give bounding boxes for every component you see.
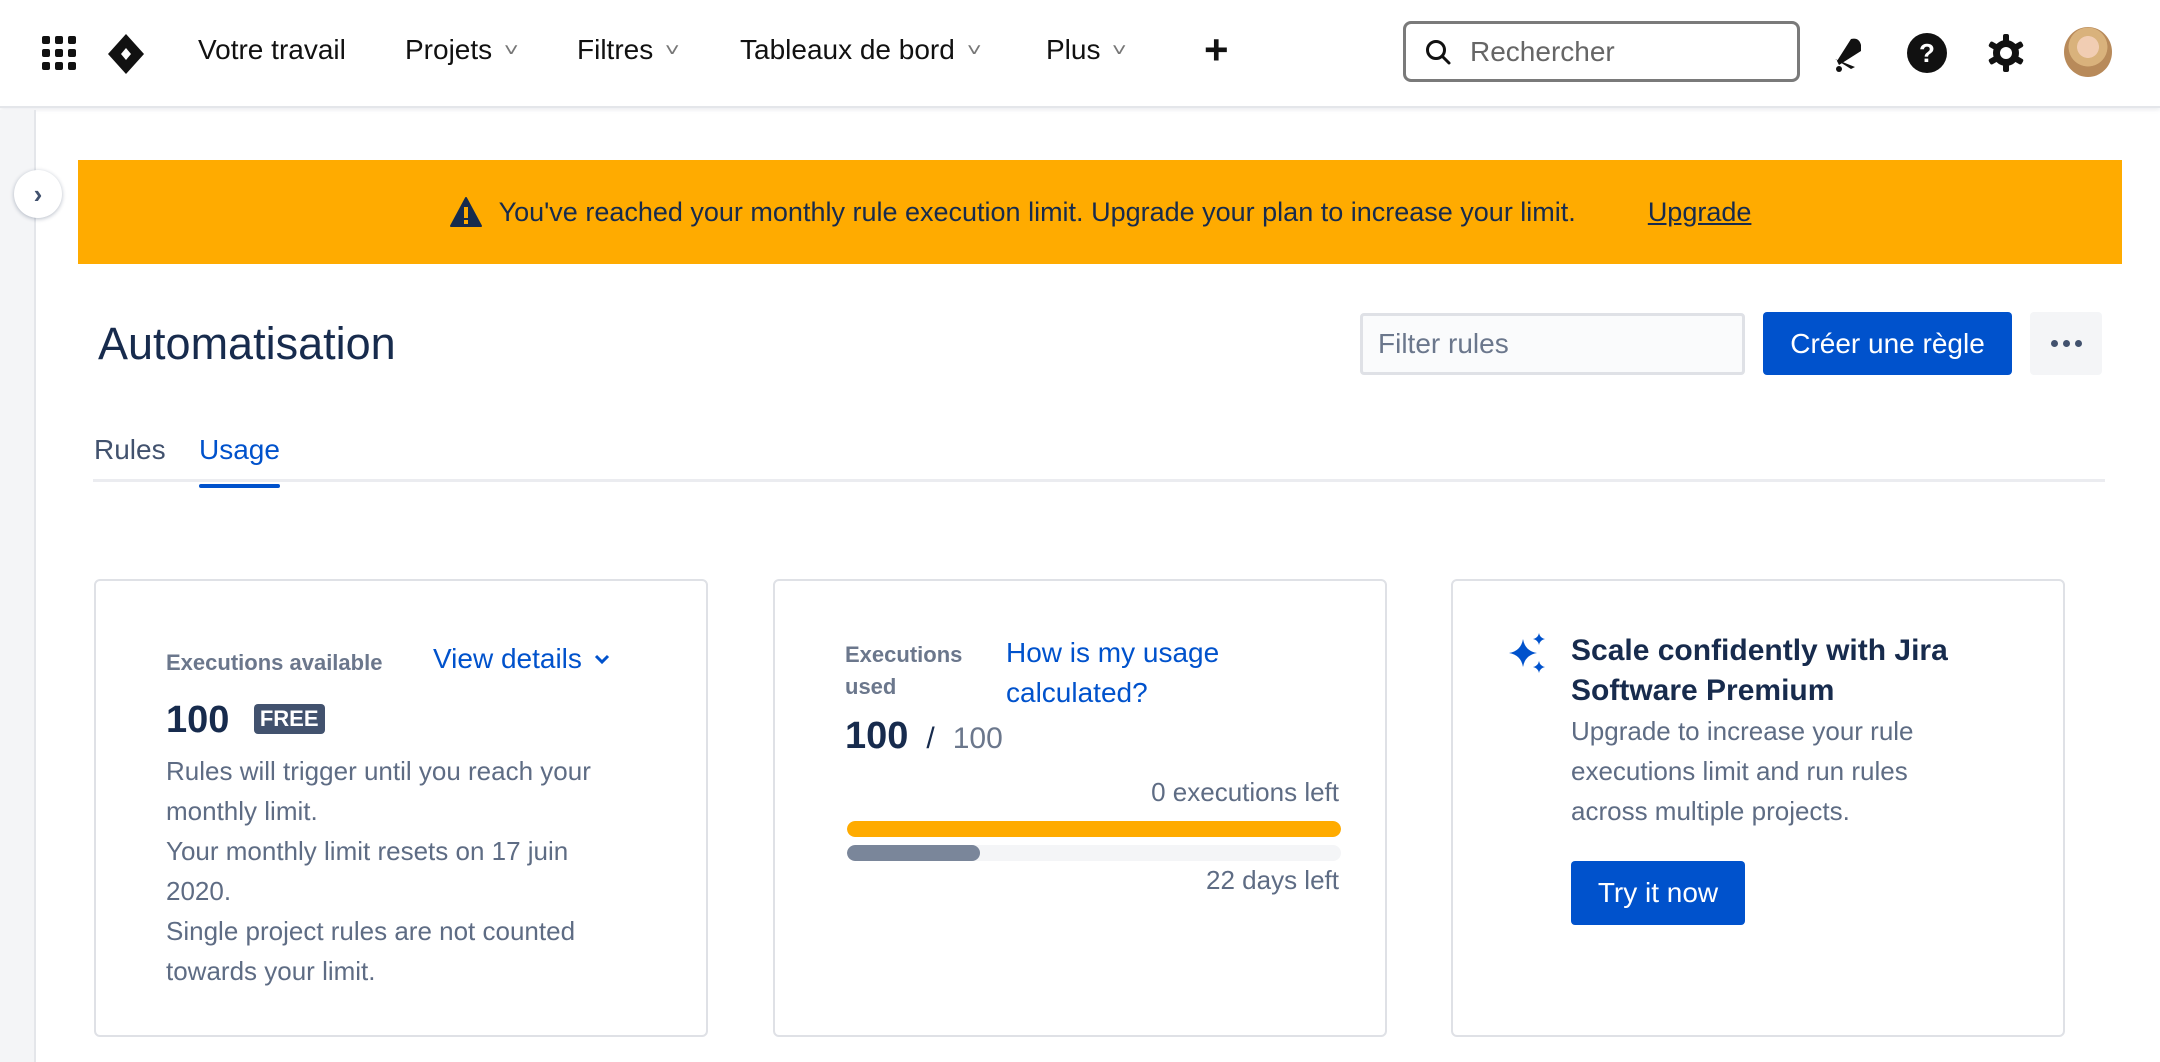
nav-item-projets[interactable]: Projets ˅ [405, 34, 519, 66]
days-left-text: 22 days left [1206, 865, 1339, 895]
chevron-down-icon: ˅ [1112, 39, 1128, 60]
collapsed-sidebar [0, 110, 36, 1062]
nav-item-tableaux-de-bord[interactable]: Tableaux de bord ˅ [740, 34, 982, 66]
executions-total-value: 100 [952, 722, 1003, 755]
tabs: Rules Usage [93, 426, 2105, 488]
nav-item-label: Votre travail [198, 34, 346, 65]
warning-banner: You've reached your monthly rule executi… [78, 160, 2122, 264]
warning-icon [449, 197, 482, 227]
notifications-icon[interactable] [1825, 31, 1869, 75]
time-progress-fill [847, 845, 981, 861]
search-input[interactable] [1470, 35, 1770, 68]
chevron-down-icon: ˅ [966, 39, 982, 60]
executions-available-value: 100 [166, 699, 230, 741]
settings-icon[interactable] [1984, 31, 2028, 75]
jira-logo[interactable] [106, 32, 146, 76]
sparkle-icon [1509, 633, 1545, 673]
more-actions-button[interactable] [2030, 312, 2102, 375]
nav-item-label: Tableaux de bord [740, 34, 955, 65]
plan-badge: FREE [253, 704, 325, 734]
tab-usage[interactable]: Usage [199, 434, 280, 488]
more-icon-dot [2062, 340, 2070, 347]
executions-progress-fill [847, 821, 1341, 837]
try-it-now-button[interactable]: Try it now [1571, 861, 1745, 925]
chevron-down-icon: ˅ [665, 39, 680, 60]
executions-used-card: Executions used How is my usage calculat… [773, 579, 1387, 1037]
premium-title: Scale confidently with Jira Software Pre… [1571, 634, 1948, 707]
executions-progress-bar [847, 821, 1341, 837]
help-icon[interactable]: ? [1905, 31, 1949, 75]
create-rule-button[interactable]: Créer une règle [1763, 312, 2012, 375]
user-avatar[interactable] [2064, 27, 2112, 77]
description-line: Rules will trigger until you reach your … [166, 756, 591, 826]
page-title: Automatisation [98, 318, 396, 369]
usage-calculation-link[interactable]: How is my usage calculated? [1006, 633, 1266, 713]
executions-left-text: 0 executions left [1151, 777, 1339, 807]
apps-grid-icon[interactable] [42, 36, 76, 70]
executions-used-value: 100 [845, 715, 909, 757]
view-details-label: View details [433, 643, 582, 674]
more-icon-dot [2074, 340, 2082, 347]
description-line: Your monthly limit resets on 17 juin 202… [166, 836, 569, 906]
view-details-button[interactable]: View details [433, 643, 610, 675]
nav-item-label: Plus [1046, 34, 1101, 65]
executions-available-label: Executions available [166, 650, 383, 675]
tab-rules[interactable]: Rules [94, 434, 166, 466]
description-line: Single project rules are not counted tow… [166, 916, 576, 986]
top-navigation: Votre travail Projets ˅ Filtres ˅ Tablea… [0, 0, 2160, 108]
nav-item-label: Filtres [577, 34, 654, 65]
search-box[interactable] [1403, 21, 1800, 82]
premium-description: Upgrade to increase your rule executions… [1571, 716, 1914, 826]
filter-rules-input[interactable] [1360, 313, 1745, 375]
create-button[interactable]: + [1204, 26, 1229, 74]
chevron-down-icon: ˅ [504, 39, 519, 60]
expand-sidebar-button[interactable]: › [14, 170, 62, 218]
upgrade-link[interactable]: Upgrade [1648, 197, 1752, 228]
premium-upsell-card: Scale confidently with Jira Software Pre… [1451, 579, 2065, 1037]
chevron-right-icon: › [33, 178, 43, 209]
executions-used-label: Executions used [845, 642, 963, 699]
available-description: Rules will trigger until you reach your … [166, 751, 636, 991]
time-progress-bar [847, 845, 1341, 861]
separator: / [926, 722, 935, 755]
executions-available-card: Executions available View details 100 FR… [94, 579, 708, 1037]
nav-item-filtres[interactable]: Filtres ˅ [577, 34, 680, 66]
svg-text:?: ? [1919, 38, 1935, 68]
banner-message: You've reached your monthly rule executi… [498, 196, 1576, 227]
nav-item-plus[interactable]: Plus ˅ [1046, 34, 1128, 66]
chevron-down-icon [594, 654, 609, 665]
search-icon [1426, 39, 1451, 64]
nav-item-label: Projets [405, 34, 493, 65]
nav-item-votre-travail[interactable]: Votre travail [198, 34, 346, 66]
more-icon-dot [2050, 340, 2058, 347]
